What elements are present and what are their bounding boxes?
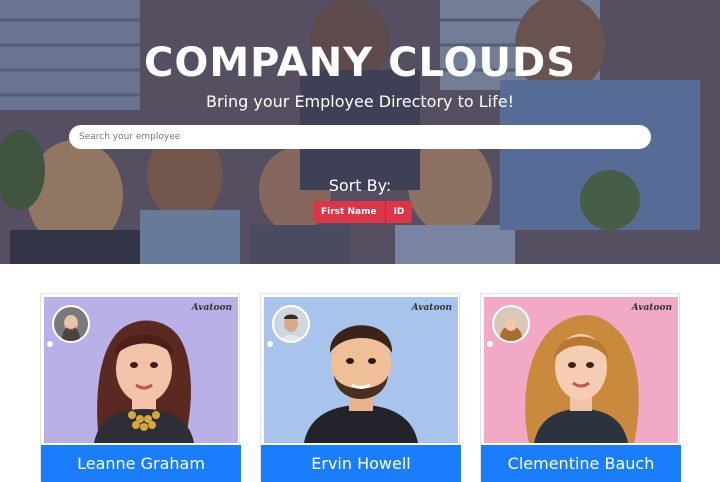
page-subtitle: Bring your Employee Directory to Life! <box>206 92 514 111</box>
employee-portrait: Avatoon <box>264 297 458 443</box>
profile-thumbnail <box>492 305 530 343</box>
status-dot <box>487 341 493 347</box>
sort-id-button[interactable]: ID <box>384 201 413 223</box>
employee-portrait: Avatoon <box>44 297 238 443</box>
brand-watermark: Avatoon <box>411 303 452 313</box>
search-input[interactable] <box>69 125 651 149</box>
sort-label: Sort By: <box>328 176 392 195</box>
employee-name: Leanne Graham <box>41 445 241 482</box>
employee-name: Ervin Howell <box>261 445 461 482</box>
brand-watermark: Avatoon <box>191 303 232 313</box>
sort-first-name-button[interactable]: First Name <box>313 201 385 223</box>
employee-portrait: Avatoon <box>484 297 678 443</box>
status-dot <box>267 341 273 347</box>
employee-card[interactable]: Avatoon Clementine Bauch <box>480 293 681 482</box>
profile-thumbnail <box>52 305 90 343</box>
profile-thumbnail <box>272 305 310 343</box>
brand-watermark: Avatoon <box>631 303 672 313</box>
page-title: COMPANY CLOUDS <box>143 40 577 86</box>
status-dot <box>47 341 53 347</box>
sort-button-group: First Name ID <box>313 201 413 223</box>
employee-name: Clementine Bauch <box>481 445 681 482</box>
employee-card[interactable]: Avatoon Ervin Howell <box>260 293 461 482</box>
employee-card[interactable]: Avatoon Leanne Graham <box>40 293 241 482</box>
